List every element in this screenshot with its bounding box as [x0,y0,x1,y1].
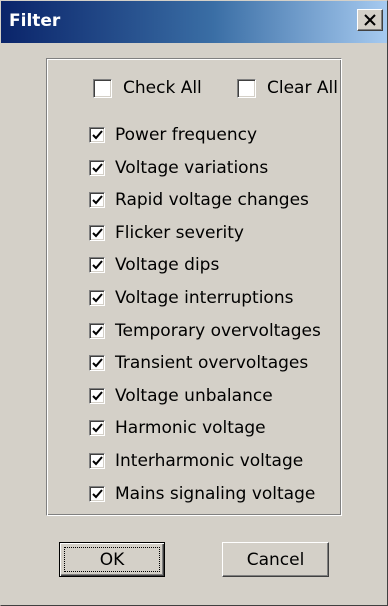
checkmark-icon [92,228,103,238]
checkbox-box[interactable] [89,192,105,208]
filter-item-label: Transient overvoltages [115,353,309,373]
filter-item-checkbox[interactable]: Voltage variations [89,157,268,179]
clear-all-checkbox[interactable]: Clear All [237,77,338,99]
filter-item-checkbox[interactable]: Voltage unbalance [89,385,273,407]
filter-item-checkbox[interactable]: Voltage dips [89,254,219,276]
checkmark-icon [92,163,103,173]
filter-item-checkbox[interactable]: Flicker severity [89,222,244,244]
clear-all-box[interactable] [237,78,256,98]
ok-button[interactable]: OK [59,542,165,577]
filter-item-label: Temporary overvoltages [115,321,321,341]
check-all-label: Check All [123,78,202,98]
filter-item-checkbox[interactable]: Transient overvoltages [89,352,308,374]
filter-item-checkbox[interactable]: Power frequency [89,124,257,146]
checkbox-box[interactable] [89,290,105,306]
checkmark-icon [92,326,103,336]
checkmark-icon [92,423,103,433]
filter-item-label: Harmonic voltage [115,418,266,438]
filter-item-label: Interharmonic voltage [115,451,304,471]
close-icon [364,14,376,26]
check-all-checkbox[interactable]: Check All [93,77,202,99]
filter-item-checkbox[interactable]: Mains signaling voltage [89,483,315,505]
checkbox-box[interactable] [89,225,105,241]
filter-item-label: Mains signaling voltage [115,484,316,504]
checkbox-box[interactable] [89,323,105,339]
close-button[interactable] [357,9,383,31]
filter-item-checkbox[interactable]: Voltage interruptions [89,287,293,309]
checkmark-icon [92,489,103,499]
checkbox-box[interactable] [89,420,105,436]
filter-item-label: Voltage unbalance [115,386,273,406]
filter-dialog: Filter Check All Clear All Power frequen… [0,0,388,606]
filter-item-label: Voltage dips [115,255,220,275]
filter-item-checkbox[interactable]: Temporary overvoltages [89,320,321,342]
checkbox-box[interactable] [89,453,105,469]
dialog-title: Filter [9,11,61,31]
focus-rectangle [64,547,160,572]
checkmark-icon [92,260,103,270]
checkmark-icon [92,195,103,205]
checkbox-box[interactable] [89,127,105,143]
checkmark-icon [92,293,103,303]
checkbox-box[interactable] [89,388,105,404]
checkbox-box[interactable] [89,355,105,371]
cancel-button-label: Cancel [246,549,305,570]
checkmark-icon [92,391,103,401]
checkbox-box[interactable] [89,257,105,273]
check-all-box[interactable] [93,78,112,98]
checkmark-icon [92,130,103,140]
checkbox-box[interactable] [89,160,105,176]
clear-all-label: Clear All [267,78,338,98]
checkbox-box[interactable] [89,486,105,502]
cancel-button[interactable]: Cancel [222,542,329,577]
filter-item-label: Flicker severity [115,223,244,243]
filter-item-label: Power frequency [115,125,258,145]
filter-item-checkbox[interactable]: Harmonic voltage [89,417,266,439]
filter-item-label: Voltage variations [115,158,269,178]
checkmark-icon [92,456,103,466]
filter-item-checkbox[interactable]: Interharmonic voltage [89,450,303,472]
title-bar[interactable]: Filter [1,1,387,43]
checkmark-icon [92,358,103,368]
filter-item-label: Rapid voltage changes [115,190,309,210]
filter-item-checkbox[interactable]: Rapid voltage changes [89,189,309,211]
filter-item-label: Voltage interruptions [115,288,294,308]
